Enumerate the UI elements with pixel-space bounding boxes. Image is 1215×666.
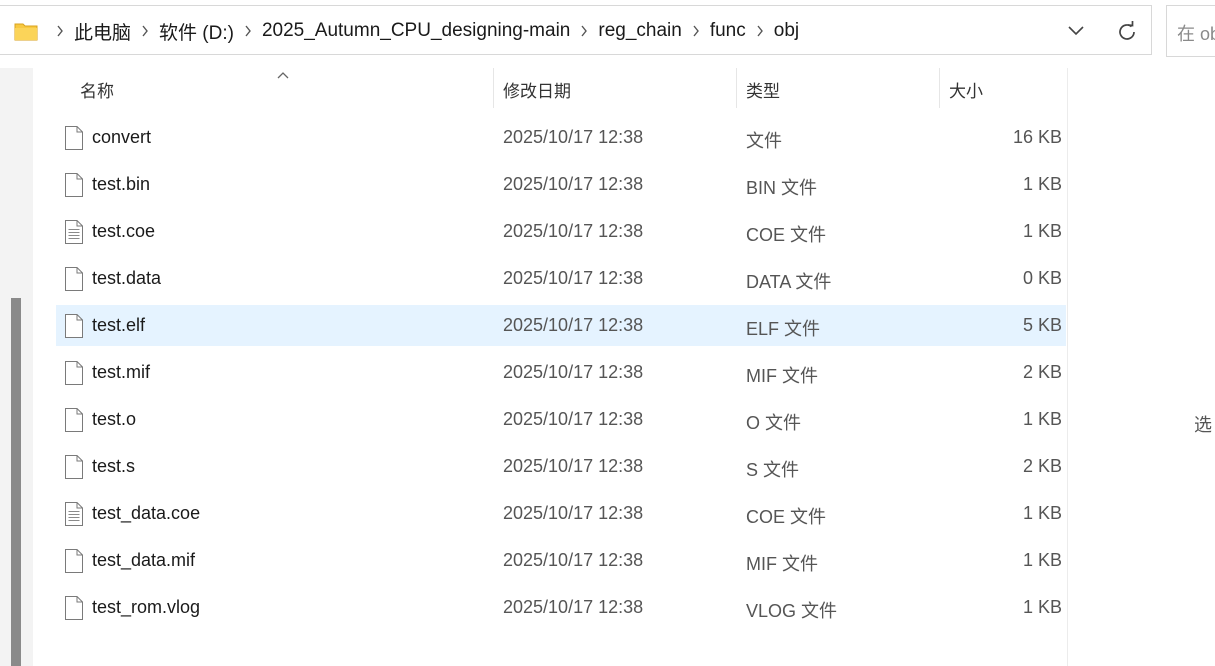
breadcrumb-item-obj[interactable]: obj: [774, 20, 799, 42]
file-name: test.bin: [92, 174, 151, 194]
text-file-icon: [64, 220, 84, 249]
blank-file-icon: [64, 173, 84, 202]
file-row[interactable]: test.coe 2025/10/17 12:38 COE 文件 1 KB: [56, 211, 1066, 252]
file-type: VLOG 文件: [746, 601, 838, 621]
address-bar[interactable]: 此电脑 软件 (D:) 2025_Autumn_CPU_designing-ma…: [0, 5, 1152, 55]
chevron-right-icon[interactable]: [56, 25, 64, 37]
file-size: 1 KB: [1022, 597, 1062, 617]
breadcrumb-item-func[interactable]: func: [710, 20, 746, 42]
column-divider[interactable]: [939, 68, 940, 108]
blank-file-icon: [64, 408, 84, 437]
breadcrumb-item-project[interactable]: 2025_Autumn_CPU_designing-main: [262, 20, 570, 42]
column-divider[interactable]: [736, 68, 737, 108]
file-date: 2025/10/17 12:38: [503, 221, 644, 241]
file-name: test.coe: [92, 221, 156, 241]
file-date: 2025/10/17 12:38: [503, 174, 644, 194]
file-size: 1 KB: [1022, 174, 1062, 194]
file-size: 2 KB: [1022, 362, 1062, 382]
refresh-icon[interactable]: [1115, 20, 1139, 49]
chevron-right-icon[interactable]: [141, 25, 149, 37]
blank-file-icon: [64, 267, 84, 296]
file-size: 1 KB: [1022, 221, 1062, 241]
file-type: O 文件: [746, 413, 802, 433]
file-date: 2025/10/17 12:38: [503, 503, 644, 523]
file-size: 2 KB: [1022, 456, 1062, 476]
chevron-right-icon[interactable]: [244, 25, 252, 37]
blank-file-icon: [64, 126, 84, 155]
file-size: 16 KB: [1012, 127, 1062, 147]
breadcrumb-item-reg-chain[interactable]: reg_chain: [598, 20, 681, 42]
file-type: COE 文件: [746, 507, 827, 527]
file-type: MIF 文件: [746, 366, 818, 386]
breadcrumb: 此电脑 软件 (D:) 2025_Autumn_CPU_designing-ma…: [46, 6, 799, 56]
file-name: test.mif: [92, 362, 151, 382]
column-header-type-label: 类型: [746, 81, 780, 101]
file-name: test.data: [92, 268, 162, 288]
file-size: 1 KB: [1022, 503, 1062, 523]
file-row[interactable]: test.data 2025/10/17 12:38 DATA 文件 0 KB: [56, 258, 1066, 299]
search-input[interactable]: 在 ob: [1166, 5, 1215, 57]
file-name: test_data.coe: [92, 503, 201, 523]
file-type: ELF 文件: [746, 319, 821, 339]
file-date: 2025/10/17 12:38: [503, 456, 644, 476]
file-row[interactable]: test.bin 2025/10/17 12:38 BIN 文件 1 KB: [56, 164, 1066, 205]
file-name: test.s: [92, 456, 136, 476]
file-date: 2025/10/17 12:38: [503, 268, 644, 288]
file-row[interactable]: test.mif 2025/10/17 12:38 MIF 文件 2 KB: [56, 352, 1066, 393]
file-size: 0 KB: [1022, 268, 1062, 288]
file-type: BIN 文件: [746, 178, 818, 198]
file-type: DATA 文件: [746, 272, 832, 292]
column-header-date-label: 修改日期: [503, 81, 571, 101]
column-header-name-label: 名称: [80, 81, 114, 101]
column-header-type[interactable]: 类型: [746, 72, 936, 106]
chevron-right-icon[interactable]: [580, 25, 588, 37]
vertical-scrollbar[interactable]: [11, 298, 21, 666]
file-date: 2025/10/17 12:38: [503, 315, 644, 335]
column-header-name[interactable]: 名称: [80, 72, 490, 106]
file-date: 2025/10/17 12:38: [503, 550, 644, 570]
file-name: test_rom.vlog: [92, 597, 201, 617]
blank-file-icon: [64, 314, 84, 343]
blank-file-icon: [64, 455, 84, 484]
file-date: 2025/10/17 12:38: [503, 597, 644, 617]
file-row[interactable]: test.s 2025/10/17 12:38 S 文件 2 KB: [56, 446, 1066, 487]
chevron-down-icon[interactable]: [1066, 22, 1086, 43]
chevron-right-icon[interactable]: [692, 25, 700, 37]
file-row[interactable]: test_data.mif 2025/10/17 12:38 MIF 文件 1 …: [56, 540, 1066, 581]
details-pane-hint: 选: [1194, 415, 1212, 435]
file-date: 2025/10/17 12:38: [503, 127, 644, 147]
file-type: MIF 文件: [746, 554, 818, 574]
file-type: S 文件: [746, 460, 800, 480]
file-name: test.o: [92, 409, 137, 429]
file-date: 2025/10/17 12:38: [503, 409, 644, 429]
column-header-size[interactable]: 大小: [949, 72, 1059, 106]
folder-icon: [14, 20, 38, 47]
blank-file-icon: [64, 596, 84, 625]
file-type: COE 文件: [746, 225, 827, 245]
search-placeholder: 在 ob: [1177, 24, 1215, 44]
file-name: test.elf: [92, 315, 146, 335]
file-row-selected[interactable]: test.elf 2025/10/17 12:38 ELF 文件 5 KB: [56, 305, 1066, 346]
file-size: 1 KB: [1022, 409, 1062, 429]
file-row[interactable]: convert 2025/10/17 12:38 文件 16 KB: [56, 117, 1066, 158]
file-size: 5 KB: [1022, 315, 1062, 335]
breadcrumb-item-drive[interactable]: 软件 (D:): [159, 18, 234, 45]
file-date: 2025/10/17 12:38: [503, 362, 644, 382]
file-name: test_data.mif: [92, 550, 196, 570]
column-divider[interactable]: [493, 68, 494, 108]
file-row[interactable]: test.o 2025/10/17 12:38 O 文件 1 KB: [56, 399, 1066, 440]
breadcrumb-item-this-pc[interactable]: 此电脑: [74, 18, 131, 45]
file-name: convert: [92, 127, 152, 147]
blank-file-icon: [64, 361, 84, 390]
file-size: 1 KB: [1022, 550, 1062, 570]
file-row[interactable]: test_data.coe 2025/10/17 12:38 COE 文件 1 …: [56, 493, 1066, 534]
file-type: 文件: [746, 131, 782, 151]
text-file-icon: [64, 502, 84, 531]
column-header-date[interactable]: 修改日期: [503, 72, 733, 106]
blank-file-icon: [64, 549, 84, 578]
column-header-size-label: 大小: [949, 81, 983, 101]
chevron-right-icon[interactable]: [756, 25, 764, 37]
file-row[interactable]: test_rom.vlog 2025/10/17 12:38 VLOG 文件 1…: [56, 587, 1066, 628]
